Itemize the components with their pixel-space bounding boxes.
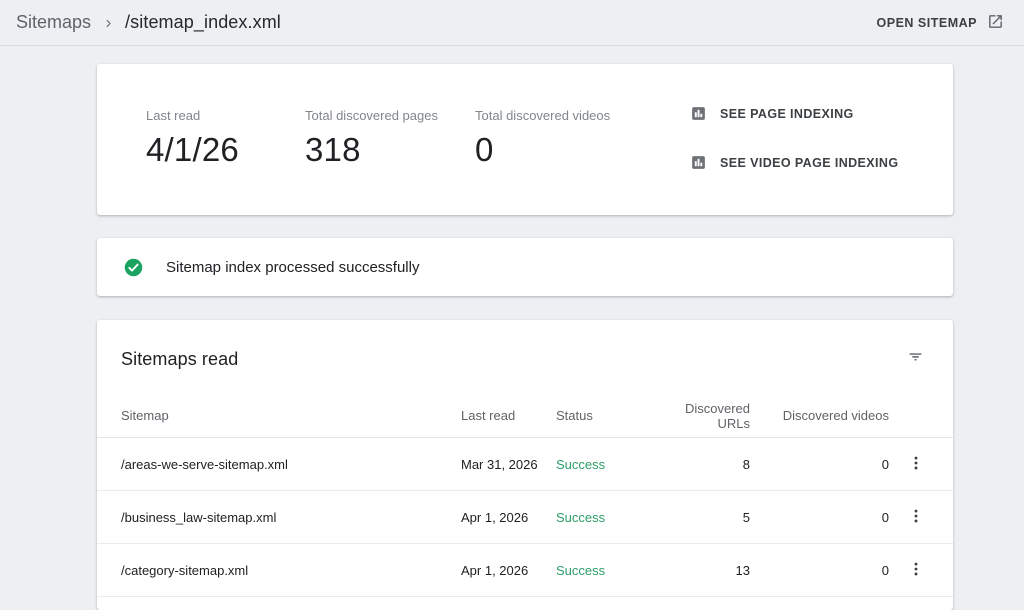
discovered-videos-cell: 0 — [881, 562, 889, 578]
stat-label: Last read — [146, 108, 201, 123]
last-read-cell: Mar 31, 2026 — [461, 456, 538, 472]
topbar: Sitemaps /sitemap_index.xml OPEN SITEMAP — [0, 0, 1024, 46]
table-row[interactable]: /category-sitemap.xml Apr 1, 2026 Succes… — [97, 544, 953, 597]
status-cell: Success — [556, 509, 606, 525]
column-header-sitemap: Sitemap — [121, 408, 169, 423]
success-banner: Sitemap index processed successfully — [97, 238, 953, 296]
open-sitemap-label: OPEN SITEMAP — [876, 15, 977, 30]
see-video-page-indexing-button[interactable]: SEE VIDEO PAGE INDEXING — [690, 154, 898, 171]
discovered-urls-cell: 13 — [735, 562, 750, 578]
stat-last-read: Last read 4/1/26 — [146, 108, 305, 215]
status-cell: Success — [556, 562, 606, 578]
last-read-cell: Apr 1, 2026 — [461, 509, 529, 525]
breadcrumb-sitemaps-link[interactable]: Sitemaps — [16, 12, 91, 33]
sitemaps-read-card: Sitemaps read Sitemap Last read Status D… — [97, 320, 953, 610]
sitemap-cell: /areas-we-serve-sitemap.xml — [121, 456, 288, 472]
chevron-right-icon — [103, 18, 114, 29]
column-header-discovered-videos: Discovered videos — [782, 408, 889, 423]
breadcrumb-current-sitemap: /sitemap_index.xml — [125, 12, 281, 32]
see-video-page-indexing-label: SEE VIDEO PAGE INDEXING — [720, 155, 899, 170]
table-head: Sitemaps read — [97, 320, 953, 394]
kebab-menu-icon — [907, 560, 925, 581]
open-in-new-icon — [987, 13, 1004, 33]
bar-chart-icon — [690, 105, 707, 122]
table-title: Sitemaps read — [121, 348, 239, 369]
see-page-indexing-button[interactable]: SEE PAGE INDEXING — [690, 105, 854, 122]
kebab-menu-icon — [907, 507, 925, 528]
stat-label: Total discovered pages — [305, 108, 438, 123]
discovered-videos-cell: 0 — [881, 456, 889, 472]
summary-card: Last read 4/1/26 Total discovered pages … — [97, 64, 953, 215]
status-cell: Success — [556, 456, 606, 472]
discovered-urls-cell: 8 — [742, 456, 750, 472]
stat-total-discovered-pages: Total discovered pages 318 — [305, 108, 475, 215]
discovered-urls-cell: 5 — [742, 509, 750, 525]
stat-value: 318 — [305, 131, 361, 168]
main-content: Last read 4/1/26 Total discovered pages … — [0, 46, 1024, 610]
filter-icon — [906, 347, 925, 371]
stat-total-discovered-videos: Total discovered videos 0 — [475, 108, 610, 215]
sitemap-details-page: { "header": { "breadcrumb": { "root": "S… — [0, 0, 1024, 610]
row-menu-button[interactable] — [903, 503, 929, 532]
sitemap-cell: /business_law-sitemap.xml — [121, 509, 277, 525]
summary-actions: SEE PAGE INDEXING SEE VIDEO PAGE INDEXIN… — [690, 64, 953, 215]
stat-value: 4/1/26 — [146, 131, 239, 168]
row-menu-button[interactable] — [903, 450, 929, 479]
table-row[interactable]: /business_law-sitemap.xml Apr 1, 2026 Su… — [97, 491, 953, 544]
stat-value: 0 — [475, 131, 494, 168]
filter-button[interactable] — [902, 343, 929, 375]
kebab-menu-icon — [907, 454, 925, 475]
check-circle-icon — [123, 257, 144, 278]
table-row[interactable]: /areas-we-serve-sitemap.xml Mar 31, 2026… — [97, 438, 953, 491]
summary-stats: Last read 4/1/26 Total discovered pages … — [97, 64, 610, 215]
column-header-status: Status — [556, 408, 593, 423]
bar-chart-icon — [690, 154, 707, 171]
see-page-indexing-label: SEE PAGE INDEXING — [720, 106, 854, 121]
table-header-row: Sitemap Last read Status Discovered URLs… — [97, 394, 953, 438]
stat-label: Total discovered videos — [475, 108, 611, 123]
row-menu-button[interactable] — [903, 556, 929, 585]
discovered-videos-cell: 0 — [881, 509, 889, 525]
open-sitemap-button[interactable]: OPEN SITEMAP — [877, 13, 1004, 33]
column-header-discovered-urls: Discovered URLs — [684, 400, 750, 431]
banner-message: Sitemap index processed successfully — [166, 258, 420, 276]
sitemap-cell: /category-sitemap.xml — [121, 562, 249, 578]
column-header-last-read: Last read — [461, 408, 516, 423]
breadcrumb: Sitemaps /sitemap_index.xml — [16, 12, 281, 33]
last-read-cell: Apr 1, 2026 — [461, 562, 529, 578]
